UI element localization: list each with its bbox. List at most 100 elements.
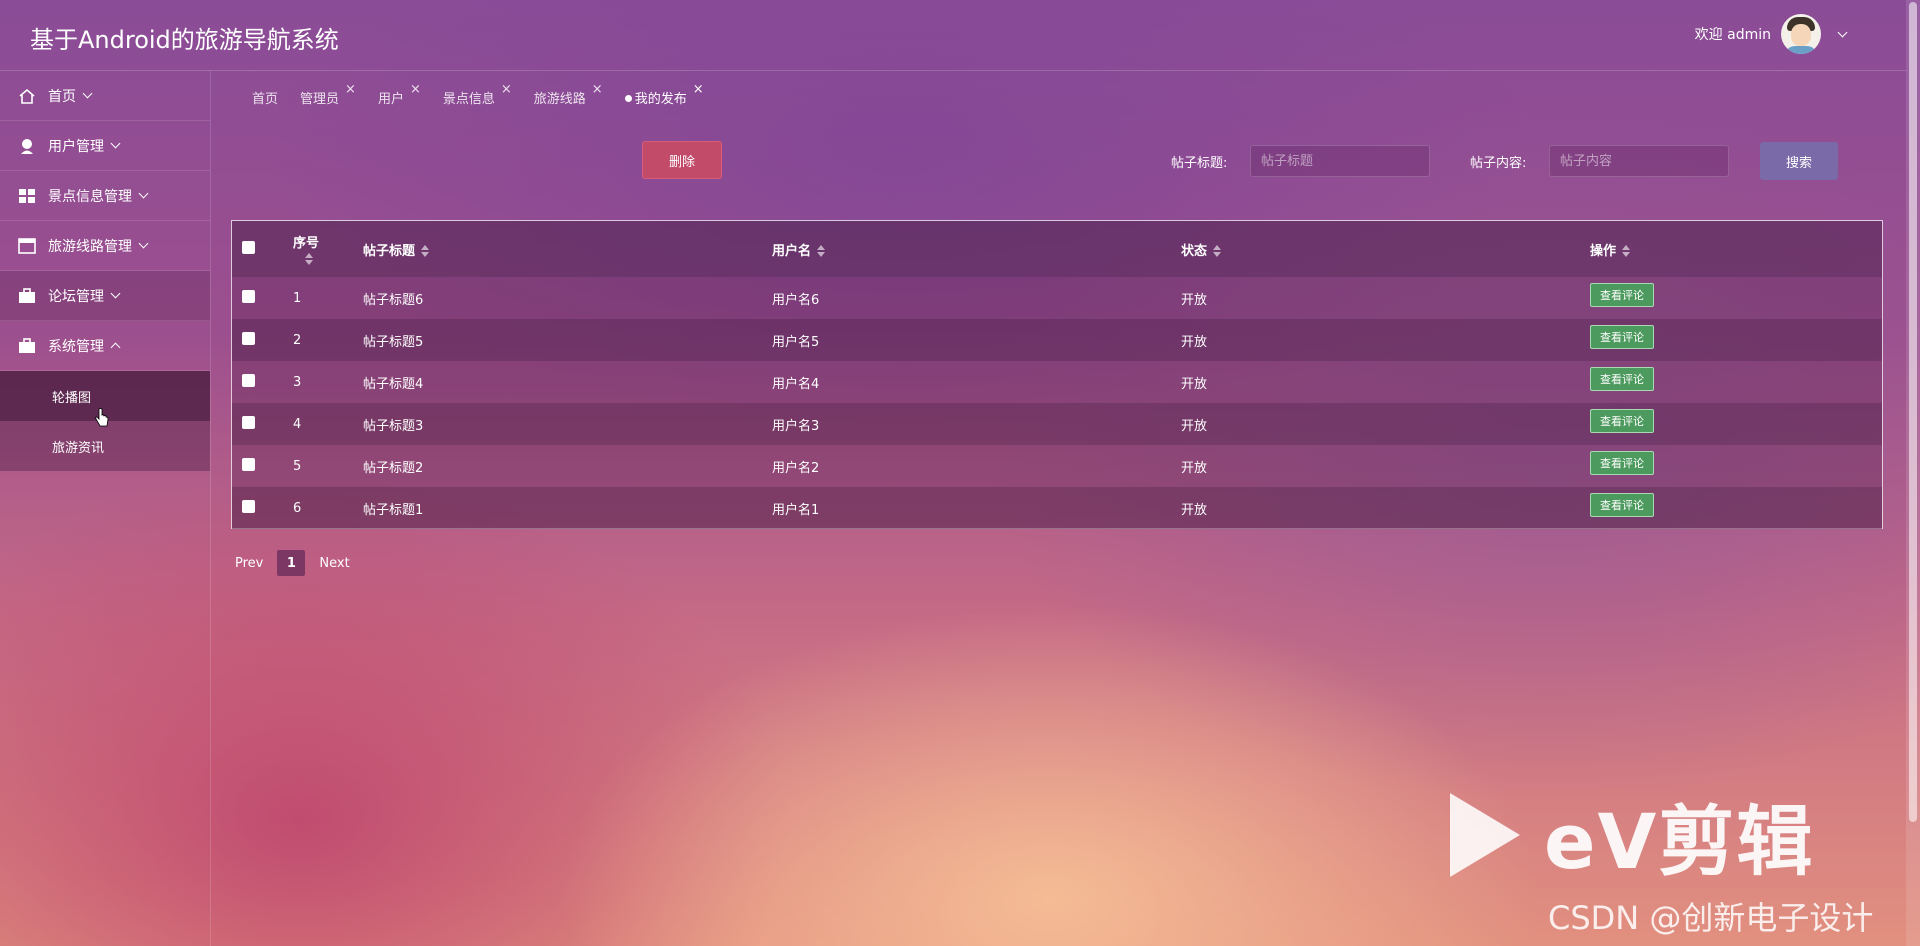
sidebar-item-scenic[interactable]: 景点信息管理 bbox=[0, 171, 210, 221]
sidebar-item-users[interactable]: 用户管理 bbox=[0, 121, 210, 171]
column-actions[interactable]: 操作 bbox=[1589, 221, 1882, 277]
view-comments-button[interactable]: 查看评论 bbox=[1590, 493, 1654, 517]
tab-my-posts[interactable]: 我的发布 × bbox=[624, 82, 704, 107]
chevron-down-icon[interactable] bbox=[1837, 27, 1848, 37]
cell-title: 帖子标题6 bbox=[363, 292, 424, 308]
cell-user: 用户名5 bbox=[772, 334, 820, 350]
close-icon[interactable]: × bbox=[345, 82, 356, 97]
column-no[interactable]: 序号 bbox=[292, 221, 362, 277]
play-icon bbox=[1450, 793, 1520, 877]
tab-routes[interactable]: 旅游线路 × bbox=[534, 82, 603, 107]
sidebar-item-routes[interactable]: 旅游线路管理 bbox=[0, 221, 210, 271]
pagination: Prev 1 Next bbox=[235, 550, 350, 576]
table-row: 6 帖子标题1 用户名1 开放 查看评论 bbox=[232, 487, 1882, 529]
sidebar-item-forum[interactable]: 论坛管理 bbox=[0, 271, 210, 321]
cell-no: 3 bbox=[293, 374, 302, 390]
home-icon bbox=[19, 88, 35, 104]
next-page-link[interactable]: Next bbox=[319, 556, 349, 571]
close-icon[interactable]: × bbox=[592, 82, 603, 97]
row-checkbox[interactable] bbox=[242, 289, 255, 303]
tab-home[interactable]: 首页 bbox=[252, 88, 278, 107]
cell-title: 帖子标题4 bbox=[363, 376, 424, 392]
row-checkbox[interactable] bbox=[242, 457, 255, 471]
row-checkbox[interactable] bbox=[242, 415, 255, 429]
cell-status: 开放 bbox=[1181, 376, 1208, 392]
avatar[interactable] bbox=[1781, 14, 1821, 54]
close-icon[interactable]: × bbox=[410, 82, 421, 97]
tab-admins[interactable]: 管理员 × bbox=[300, 82, 356, 107]
tab-users[interactable]: 用户 × bbox=[378, 82, 421, 107]
close-icon[interactable]: × bbox=[501, 82, 512, 97]
chevron-down-icon bbox=[138, 188, 149, 199]
sidebar: 首页 用户管理 景点信息管理 旅游线路管理 论坛管理 系统管理 轮播图 旅游资讯 bbox=[0, 71, 211, 946]
view-comments-button[interactable]: 查看评论 bbox=[1590, 409, 1654, 433]
cell-status: 开放 bbox=[1181, 418, 1208, 434]
row-checkbox[interactable] bbox=[242, 331, 255, 345]
sidebar-item-system[interactable]: 系统管理 bbox=[0, 321, 210, 371]
briefcase-icon bbox=[19, 287, 35, 303]
scroll-thumb[interactable] bbox=[1909, 2, 1917, 822]
sidebar-item-home[interactable]: 首页 bbox=[0, 71, 210, 121]
chevron-down-icon bbox=[110, 288, 121, 299]
view-comments-button[interactable]: 查看评论 bbox=[1590, 325, 1654, 349]
posts-table: 序号 帖子标题 用户名 状态 操作 1 帖子标题6 用户名6 开放 查看评论 2… bbox=[231, 220, 1883, 529]
user-menu[interactable]: 欢迎 admin bbox=[1694, 14, 1848, 54]
content-search-input[interactable] bbox=[1549, 145, 1729, 177]
close-icon[interactable]: × bbox=[693, 82, 704, 97]
column-title[interactable]: 帖子标题 bbox=[362, 221, 771, 277]
sidebar-item-label: 系统管理 bbox=[48, 338, 104, 355]
cell-status: 开放 bbox=[1181, 502, 1208, 518]
hand-cursor-icon bbox=[95, 408, 109, 427]
table-row: 5 帖子标题2 用户名2 开放 查看评论 bbox=[232, 445, 1882, 487]
top-bar: 基于Android的旅游导航系统 欢迎 admin bbox=[0, 0, 1906, 71]
cell-no: 6 bbox=[293, 500, 302, 516]
table-header-row: 序号 帖子标题 用户名 状态 操作 bbox=[232, 221, 1882, 277]
table-row: 4 帖子标题3 用户名3 开放 查看评论 bbox=[232, 403, 1882, 445]
view-comments-button[interactable]: 查看评论 bbox=[1590, 283, 1654, 307]
cell-no: 4 bbox=[293, 416, 302, 432]
active-dot-icon bbox=[624, 95, 632, 102]
cell-user: 用户名3 bbox=[772, 418, 820, 434]
cell-no: 2 bbox=[293, 332, 302, 348]
panel-icon bbox=[18, 237, 36, 254]
row-checkbox[interactable] bbox=[242, 373, 255, 387]
chevron-down-icon bbox=[138, 238, 149, 249]
grid-icon bbox=[19, 188, 35, 203]
cell-status: 开放 bbox=[1181, 334, 1208, 350]
sidebar-item-label: 用户管理 bbox=[48, 138, 104, 155]
chevron-down-icon bbox=[82, 88, 93, 99]
cell-status: 开放 bbox=[1181, 292, 1208, 308]
view-comments-button[interactable]: 查看评论 bbox=[1590, 451, 1654, 475]
user-icon bbox=[21, 138, 33, 154]
sidebar-item-label: 景点信息管理 bbox=[48, 188, 132, 205]
cell-title: 帖子标题1 bbox=[363, 502, 424, 518]
chevron-up-icon bbox=[110, 342, 121, 353]
cell-title: 帖子标题3 bbox=[363, 418, 424, 434]
sidebar-subitem-travel-news[interactable]: 旅游资讯 bbox=[0, 421, 210, 471]
app-title: 基于Android的旅游导航系统 bbox=[30, 26, 339, 54]
table-row: 3 帖子标题4 用户名4 开放 查看评论 bbox=[232, 361, 1882, 403]
row-checkbox[interactable] bbox=[242, 499, 255, 513]
ev-watermark-text: eV剪辑 bbox=[1544, 797, 1815, 886]
cell-title: 帖子标题2 bbox=[363, 460, 424, 476]
table-row: 2 帖子标题5 用户名5 开放 查看评论 bbox=[232, 319, 1882, 361]
page-number-current[interactable]: 1 bbox=[277, 550, 306, 576]
sidebar-item-label: 首页 bbox=[48, 88, 76, 105]
tab-scenic-info[interactable]: 景点信息 × bbox=[443, 82, 512, 107]
cell-user: 用户名2 bbox=[772, 460, 820, 476]
briefcase-icon bbox=[19, 337, 35, 353]
ev-watermark: eV剪辑 bbox=[1450, 780, 1814, 890]
page-scrollbar[interactable] bbox=[1906, 0, 1920, 946]
column-status[interactable]: 状态 bbox=[1180, 221, 1589, 277]
column-user[interactable]: 用户名 bbox=[771, 221, 1180, 277]
delete-button[interactable]: 删除 bbox=[642, 141, 722, 179]
welcome-text: 欢迎 admin bbox=[1694, 27, 1771, 43]
select-all-checkbox[interactable] bbox=[242, 240, 255, 254]
content-search-label: 帖子内容: bbox=[1470, 156, 1527, 171]
view-comments-button[interactable]: 查看评论 bbox=[1590, 367, 1654, 391]
cell-no: 5 bbox=[293, 458, 302, 474]
title-search-input[interactable] bbox=[1250, 145, 1430, 177]
sidebar-item-label: 旅游线路管理 bbox=[48, 238, 132, 255]
prev-page-link[interactable]: Prev bbox=[235, 556, 263, 571]
search-button[interactable]: 搜索 bbox=[1760, 142, 1838, 180]
